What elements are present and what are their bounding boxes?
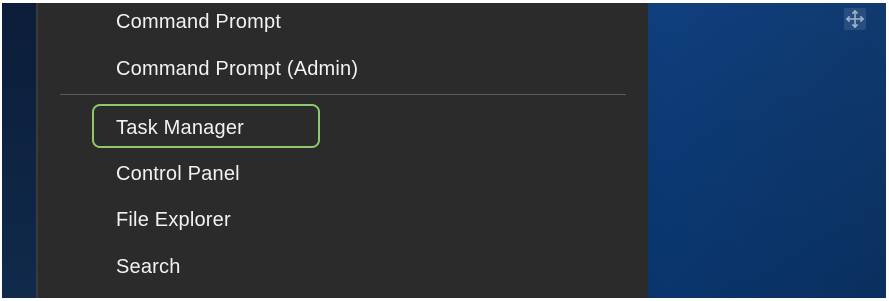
menu-item-label: Control Panel bbox=[116, 162, 240, 185]
desktop-right-area bbox=[648, 3, 886, 298]
power-user-menu: Command Prompt Command Prompt (Admin) Ta… bbox=[36, 3, 648, 298]
desktop-background: Command Prompt Command Prompt (Admin) Ta… bbox=[2, 3, 886, 298]
menu-item-file-explorer[interactable]: File Explorer bbox=[116, 207, 231, 233]
menu-item-command-prompt[interactable]: Command Prompt bbox=[116, 9, 281, 35]
menu-item-label: Search bbox=[116, 255, 181, 278]
menu-item-label: Command Prompt bbox=[116, 10, 282, 33]
menu-item-label: Task Manager bbox=[116, 116, 245, 139]
left-edge-strip bbox=[2, 3, 36, 298]
move-icon[interactable] bbox=[844, 8, 866, 30]
menu-item-control-panel[interactable]: Control Panel bbox=[116, 161, 240, 187]
menu-item-label: File Explorer bbox=[116, 208, 231, 231]
menu-item-search[interactable]: Search bbox=[116, 254, 181, 280]
menu-item-label: Command Prompt (Admin) bbox=[116, 57, 359, 80]
menu-separator bbox=[60, 94, 626, 95]
menu-item-task-manager[interactable]: Task Manager bbox=[116, 115, 244, 141]
menu-item-command-prompt-admin[interactable]: Command Prompt (Admin) bbox=[116, 56, 358, 82]
